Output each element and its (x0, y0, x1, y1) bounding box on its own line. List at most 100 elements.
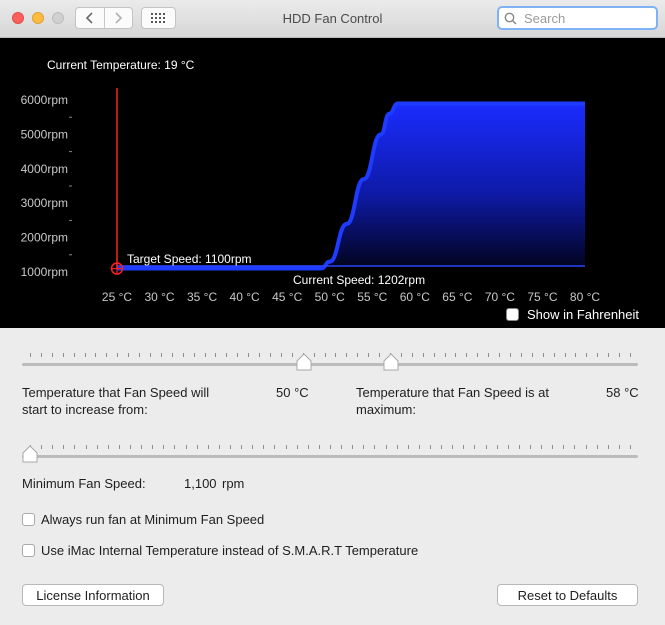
slider-tick (477, 353, 479, 357)
slider-tick (163, 445, 165, 449)
slider-tick (313, 353, 315, 357)
slider-tick (307, 445, 309, 449)
slider-tick (84, 353, 86, 357)
current-speed-label: Current Speed: 1202rpm (293, 273, 425, 287)
use-imac-temp-label: Use iMac Internal Temperature instead of… (41, 543, 419, 558)
slider-tick (441, 445, 443, 449)
slider-tick (585, 445, 587, 449)
slider-tick (63, 445, 65, 449)
temperature-range-slider[interactable] (22, 350, 638, 380)
minimum-speed-value: 1,100 (184, 476, 217, 491)
slider-tick (520, 353, 522, 357)
show-fahrenheit-option[interactable]: Show in Fahrenheit (506, 307, 639, 322)
slider-tick (226, 353, 228, 357)
slider-tick (259, 353, 261, 357)
always-run-checkbox[interactable] (22, 513, 35, 526)
maximum-temp-knob[interactable] (383, 353, 399, 371)
slider-tick (118, 445, 120, 449)
slider-tick (248, 353, 250, 357)
slider-tick (218, 445, 220, 449)
slider-tick (496, 445, 498, 449)
slider-tick (374, 445, 376, 449)
slider-tick (52, 445, 54, 449)
slider-tick (574, 445, 576, 449)
slider-tick (30, 353, 31, 357)
slider-tick (433, 353, 435, 357)
slider-tick (396, 445, 398, 449)
slider-tick (411, 353, 413, 357)
increase-start-knob[interactable] (296, 353, 312, 371)
slider-tick (586, 353, 588, 357)
slider-tick (597, 353, 599, 357)
search-field[interactable] (497, 6, 658, 30)
slider-tick (106, 353, 108, 357)
fan-speed-chart: 6000rpm 5000rpm 4000rpm 3000rpm 2000rpm 1000r… (0, 38, 665, 328)
slider-tick (230, 445, 231, 449)
minimum-speed-knob[interactable] (22, 445, 38, 463)
slider-tick (152, 445, 154, 449)
use-imac-temp-checkbox[interactable] (22, 544, 35, 557)
slider-tick (171, 353, 173, 357)
minimum-fan-speed-slider[interactable] (22, 440, 638, 470)
slider-tick (193, 353, 195, 357)
slider-tick (400, 353, 402, 357)
slider-tick (40, 353, 42, 357)
slider-tick (608, 353, 610, 357)
slider-tick (452, 445, 454, 449)
slider-tick (341, 445, 343, 449)
slider-tick (485, 445, 487, 449)
show-fahrenheit-checkbox[interactable] (506, 308, 519, 321)
slider-tick (95, 353, 97, 357)
slider-tick (263, 445, 265, 449)
slider-tick (128, 353, 130, 357)
slider-tick (444, 353, 446, 357)
slider-tick (117, 353, 119, 357)
slider-tick (575, 353, 577, 357)
slider-tick (618, 445, 620, 449)
slider-tick (280, 353, 282, 357)
slider-tick (85, 445, 87, 449)
license-information-button[interactable]: License Information (22, 584, 164, 606)
slider-tick (619, 353, 621, 357)
slider-tick (564, 353, 566, 357)
slider-tick (150, 353, 151, 357)
slider-tick (510, 353, 511, 357)
x-tick-label: 55 °C (357, 290, 387, 304)
use-imac-temp-option[interactable]: Use iMac Internal Temperature instead of… (22, 543, 418, 558)
slider-tick (318, 445, 320, 449)
increase-from-label: Temperature that Fan Speed will start to… (22, 385, 210, 417)
slider-tick (531, 353, 533, 357)
x-tick-label: 70 °C (485, 290, 515, 304)
y-tick-label: 3000rpm (21, 196, 68, 210)
slider-tick (488, 353, 490, 357)
slider-tick (51, 353, 53, 357)
slider-tick (204, 353, 206, 357)
slider-tick (552, 445, 554, 449)
slider-tick (542, 353, 544, 357)
slider-tick (596, 445, 598, 449)
x-tick-label: 65 °C (442, 290, 472, 304)
slider-tick (363, 445, 365, 449)
slider-tick (130, 445, 131, 449)
slider-tick (474, 445, 476, 449)
slider-tick (274, 445, 276, 449)
slider-tick (252, 445, 254, 449)
y-tick-label: 4000rpm (21, 162, 68, 176)
slider-tick (357, 353, 359, 357)
slider-tick (324, 353, 326, 357)
slider-tick (96, 445, 98, 449)
slider-tick (530, 445, 531, 449)
slider-tick (182, 353, 184, 357)
maximum-temp-value: 58 °C (606, 385, 639, 400)
slider-tick (74, 445, 76, 449)
slider-tick (330, 445, 331, 449)
search-input[interactable] (520, 10, 654, 26)
search-icon (504, 10, 520, 26)
always-run-option[interactable]: Always run fan at Minimum Fan Speed (22, 512, 264, 527)
slider-tick (630, 445, 631, 449)
slider-tick (335, 353, 337, 357)
reset-to-defaults-button[interactable]: Reset to Defaults (497, 584, 638, 606)
target-speed-label: Target Speed: 1100rpm (127, 252, 252, 266)
slider-tick (270, 353, 271, 357)
slider-tick (455, 353, 457, 357)
